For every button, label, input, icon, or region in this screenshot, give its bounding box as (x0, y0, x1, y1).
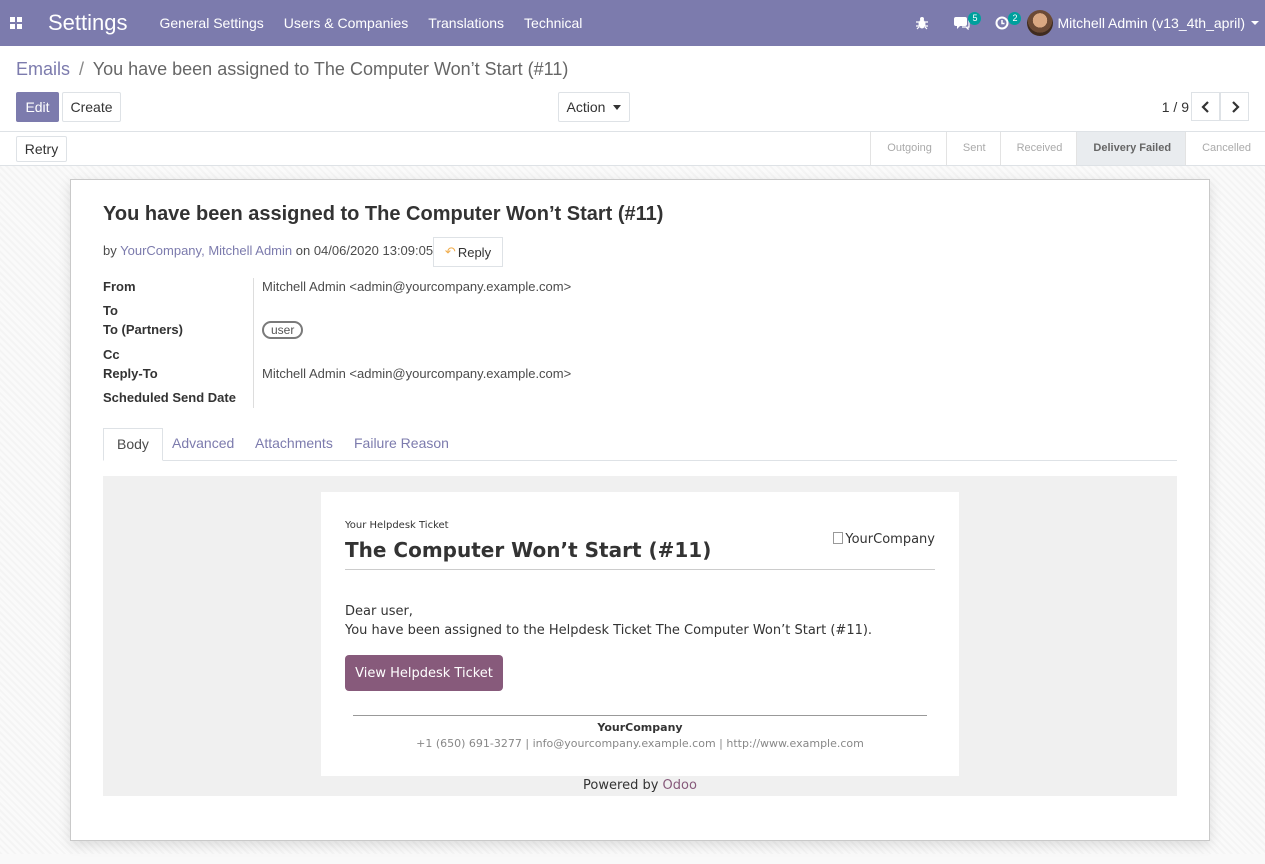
reply-button[interactable]: ↶ Reply (433, 237, 503, 267)
reply-to-label: Reply-To (103, 366, 158, 381)
tab-attachments[interactable]: Attachments (255, 428, 333, 461)
breadcrumb-separator: / (79, 59, 85, 79)
email-body-frame: Your Helpdesk Ticket The Computer Won’t … (103, 476, 1177, 796)
user-avatar[interactable] (1027, 10, 1054, 36)
field-separator (253, 278, 254, 408)
from-value: Mitchell Admin <admin@yourcompany.exampl… (262, 279, 572, 294)
reply-arrow-icon: ↶ (444, 244, 456, 259)
footer-divider (353, 715, 927, 716)
to-partners-label: To (Partners) (103, 322, 183, 337)
menu-technical[interactable]: Technical (524, 15, 582, 31)
menu-users-companies[interactable]: Users & Companies (284, 15, 409, 31)
apps-menu-icon[interactable] (0, 0, 32, 46)
app-title[interactable]: Settings (48, 10, 128, 36)
email-subject: You have been assigned to The Computer W… (103, 203, 664, 225)
top-navbar: Settings General Settings Users & Compan… (0, 0, 1265, 46)
activities-clock-icon[interactable]: 2 (987, 0, 1022, 46)
from-label: From (103, 279, 136, 294)
footer-company: YourCompany (597, 721, 683, 734)
reply-to-value: Mitchell Admin <admin@yourcompany.exampl… (262, 366, 572, 381)
ticket-kicker: Your Helpdesk Ticket (345, 520, 449, 531)
byline-on: on (292, 243, 314, 258)
pager-previous-button[interactable] (1191, 92, 1220, 121)
stage-delivery-failed[interactable]: Delivery Failed (1076, 132, 1186, 165)
powered-by: Powered by Odoo (103, 778, 1177, 793)
author-name-link[interactable]: Mitchell Admin (208, 243, 292, 258)
action-dropdown[interactable]: Action (558, 92, 630, 122)
stage-sent[interactable]: Sent (945, 132, 1000, 165)
chevron-left-icon (1200, 100, 1209, 113)
view-helpdesk-ticket-button[interactable]: View Helpdesk Ticket (345, 655, 503, 691)
title-divider (345, 569, 935, 570)
status-stages: Outgoing Sent Received Delivery Failed C… (870, 132, 1265, 165)
company-logo: YourCompany (833, 532, 935, 547)
email-byline: by YourCompany, Mitchell Admin on 04/06/… (103, 243, 433, 258)
pager-value[interactable]: 1 / 9 (1162, 99, 1189, 115)
create-button[interactable]: Create (62, 92, 121, 122)
company-logo-alt: YourCompany (845, 532, 935, 547)
breadcrumb-emails[interactable]: Emails (16, 59, 70, 79)
control-panel: Emails / You have been assigned to The C… (0, 46, 1265, 132)
footer-contact: +1 (650) 691-3277 | info@yourcompany.exa… (416, 737, 864, 750)
stage-received[interactable]: Received (999, 132, 1077, 165)
breadcrumb: Emails / You have been assigned to The C… (16, 59, 568, 80)
user-menu-caret-icon[interactable] (1251, 21, 1259, 25)
menu-general-settings[interactable]: General Settings (160, 15, 264, 31)
byline-prefix: by (103, 243, 117, 258)
user-menu[interactable]: Mitchell Admin (v13_4th_april) (1057, 15, 1245, 31)
odoo-link[interactable]: Odoo (663, 778, 697, 793)
retry-button[interactable]: Retry (16, 136, 67, 162)
action-label: Action (566, 99, 606, 115)
cc-label: Cc (103, 347, 120, 362)
edit-button[interactable]: Edit (16, 92, 59, 122)
action-caret-icon (613, 104, 622, 110)
pager-next-button[interactable] (1220, 92, 1249, 121)
tab-failure-reason[interactable]: Failure Reason (354, 428, 449, 461)
debug-bug-icon[interactable] (907, 0, 937, 46)
activities-badge: 2 (1008, 12, 1022, 25)
breadcrumb-current: You have been assigned to The Computer W… (92, 59, 569, 79)
tab-advanced[interactable]: Advanced (172, 428, 234, 461)
stage-cancelled[interactable]: Cancelled (1185, 132, 1265, 165)
messages-badge: 5 (968, 12, 982, 25)
notebook-tabs: Body Advanced Attachments Failure Reason (103, 428, 1177, 461)
form-sheet: You have been assigned to The Computer W… (70, 179, 1210, 841)
to-label: To (103, 303, 118, 318)
messages-chat-icon[interactable]: 5 (947, 0, 982, 46)
chevron-right-icon (1231, 100, 1240, 113)
menu-translations[interactable]: Translations (428, 15, 504, 31)
partner-tag-user[interactable]: user (262, 321, 304, 339)
tab-body[interactable]: Body (103, 428, 163, 461)
form-statusbar: Retry Outgoing Sent Received Delivery Fa… (0, 132, 1265, 166)
reply-label: Reply (457, 244, 492, 260)
ticket-title: The Computer Won’t Start (#11) (345, 538, 712, 562)
powered-prefix: Powered by (583, 778, 663, 793)
email-message: You have been assigned to the Helpdesk T… (345, 623, 873, 638)
email-card: Your Helpdesk Ticket The Computer Won’t … (321, 492, 959, 776)
stage-outgoing[interactable]: Outgoing (870, 132, 946, 165)
email-greeting: Dear user, (345, 604, 413, 619)
email-date: 04/06/2020 13:09:05 (313, 243, 434, 258)
broken-image-icon (833, 532, 844, 544)
scheduled-date-label: Scheduled Send Date (103, 390, 236, 405)
author-company-link[interactable]: YourCompany (120, 243, 201, 258)
